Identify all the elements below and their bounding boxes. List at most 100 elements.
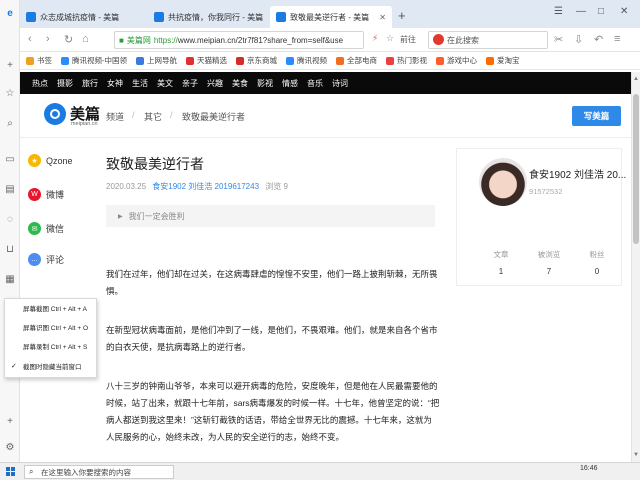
skin-icon[interactable]: ☰ [554, 6, 563, 17]
category-link[interactable]: 诗词 [332, 78, 348, 89]
video-icon[interactable]: ▭ [3, 152, 17, 166]
stat-views-value: 7 [546, 267, 552, 276]
category-link[interactable]: 旅行 [82, 78, 98, 89]
refresh-icon[interactable]: ↻ [64, 33, 73, 46]
bookmark-item[interactable]: 腾讯视频 [286, 55, 327, 66]
tab-close-icon[interactable]: ✕ [379, 13, 386, 22]
tab-1[interactable]: 众志成城抗疫情 - 美篇 [20, 6, 148, 28]
lightning-icon[interactable]: ⚡ [372, 33, 378, 44]
app-icon[interactable]: ▦ [3, 272, 17, 286]
menu-screenshot[interactable]: 屏幕截图 Ctrl + Alt + A [5, 299, 98, 317]
author-avatar[interactable] [479, 158, 527, 206]
search-placeholder: 在此搜索 [447, 35, 479, 45]
meipian-logo-icon[interactable] [44, 103, 66, 125]
breadcrumb-channel[interactable]: 频道 [106, 110, 124, 123]
bookmark-item[interactable]: 书签 [26, 55, 52, 66]
menu-image-recognition[interactable]: 屏幕识图 Ctrl + Alt + O [5, 318, 98, 336]
add-bottom-icon[interactable]: + [3, 414, 17, 428]
star-icon[interactable]: ☆ [3, 86, 17, 100]
taskbar-search-input[interactable]: ⌕ 在这里输入你要搜索的内容 [24, 465, 174, 479]
menu-hide-window[interactable]: ✓ 截图时隐藏当前窗口 [5, 357, 98, 375]
taskbar-clock[interactable]: 16:46 [580, 465, 598, 472]
new-tab-button[interactable]: + [398, 8, 406, 23]
breadcrumb-other[interactable]: 其它 [144, 110, 162, 123]
checkmark-icon: ✓ [11, 363, 17, 370]
chat-icon[interactable]: ◌ [3, 212, 17, 226]
share-qzone[interactable]: ★ Qzone [28, 154, 73, 167]
windows-start-icon[interactable] [6, 467, 16, 477]
download-icon[interactable]: ⇩ [574, 33, 583, 46]
category-link[interactable]: 影视 [257, 78, 273, 89]
breadcrumb-current: 致敬最美逆行者 [182, 112, 246, 122]
category-link[interactable]: 兴趣 [207, 78, 223, 89]
bookmark-label: 腾讯视频 [297, 56, 327, 65]
menu-icon[interactable]: ≡ [614, 33, 620, 45]
bookmark-label: 爱淘宝 [497, 56, 520, 65]
scrollbar-thumb[interactable] [633, 94, 639, 244]
category-link[interactable]: 生活 [132, 78, 148, 89]
category-link[interactable]: 热点 [32, 78, 48, 89]
tab-2[interactable]: 共抗疫情，你我同行 - 美篇 [148, 6, 272, 28]
category-link[interactable]: 美食 [232, 78, 248, 89]
write-article-button[interactable]: 写美篇 [572, 106, 621, 126]
undo-icon[interactable]: ↶ [594, 33, 603, 46]
browser-logo-icon[interactable]: e [3, 6, 17, 20]
bookmark-item[interactable]: 上网导航 [136, 55, 177, 66]
bookmark-item[interactable]: 全部电商 [336, 55, 377, 66]
tab-title: 致敬最美逆行者 - 美篇 [290, 12, 370, 22]
author-name[interactable]: 食安1902 刘佳浩 20... [529, 166, 626, 181]
bookmark-item[interactable]: 爱淘宝 [486, 55, 520, 66]
author-id: 91572532 [529, 187, 563, 196]
category-link[interactable]: 音乐 [307, 78, 323, 89]
share-wechat[interactable]: ✉ 微信 [28, 222, 64, 235]
bookmark-item[interactable]: 天猫精选 [186, 55, 227, 66]
forward-icon[interactable]: › [46, 33, 50, 45]
menu-label: 截图时隐藏当前窗口 [23, 364, 82, 371]
article-paragraph: 在新型冠状病毒面前，是他们冲到了一线，是他们，不畏艰难。他们，就是来自各个省市的… [106, 325, 438, 352]
home-icon[interactable]: ⌂ [82, 33, 89, 45]
doc-icon[interactable]: ▤ [3, 182, 17, 196]
bookmark-label: 全部电商 [347, 56, 377, 65]
cart-icon[interactable]: ⊔ [3, 242, 17, 256]
article-paragraph: 八十三岁的钟南山爷爷，本来可以避开病毒的危险，安度晚年，但是他在人民最需要他的时… [106, 381, 440, 442]
minimize-icon[interactable]: — [576, 6, 586, 17]
search-box[interactable]: 在此搜索 [428, 31, 548, 49]
page-scrollbar[interactable]: ▲ ▼ [631, 72, 640, 462]
tab-3-active[interactable]: 致敬最美逆行者 - 美篇 ✕ [270, 6, 392, 28]
scroll-down-icon[interactable]: ▼ [633, 452, 639, 458]
settings-icon[interactable]: ⚙ [3, 440, 17, 454]
category-link[interactable]: 亲子 [182, 78, 198, 89]
category-link[interactable]: 美文 [157, 78, 173, 89]
menu-label: 屏幕识图 Ctrl + Alt + O [23, 325, 89, 332]
scissors-icon[interactable]: ✂ [554, 33, 563, 46]
back-icon[interactable]: ‹ [28, 33, 32, 45]
bookmark-item[interactable]: 游戏中心 [436, 55, 477, 66]
go-button[interactable]: 前往 [400, 34, 416, 45]
music-quote-bar[interactable]: ▶ 我们一定会胜利 [106, 205, 435, 227]
search-icon[interactable]: ⌕ [3, 116, 17, 130]
share-weibo[interactable]: W 微博 [28, 188, 64, 201]
movie-icon [386, 56, 394, 65]
scroll-up-icon[interactable]: ▲ [633, 76, 639, 82]
share-comment[interactable]: … 评论 [28, 253, 64, 266]
maximize-icon[interactable]: □ [598, 6, 604, 17]
bookmark-item[interactable]: 热门影视 [386, 55, 427, 66]
play-icon[interactable]: ▶ [118, 213, 123, 220]
bookmark-item[interactable]: 京东商城 [236, 55, 277, 66]
article-views: 浏览 9 [265, 182, 288, 191]
author-card: 食安1902 刘佳浩 20... 91572532 文章 被浏览 粉丝 1 7 … [456, 148, 626, 286]
bookmark-star-icon[interactable]: ☆ [386, 33, 394, 44]
article: 致敬最美逆行者 2020.03.25 食安1902 刘佳浩 2019617243… [98, 138, 443, 462]
category-link[interactable]: 女神 [107, 78, 123, 89]
article-author-link[interactable]: 食安1902 刘佳浩 2019617243 [152, 182, 259, 191]
add-icon[interactable]: + [3, 58, 17, 72]
category-link[interactable]: 情感 [282, 78, 298, 89]
qzone-icon: ★ [28, 154, 41, 167]
bookmark-item[interactable]: 腾讯视频-中国领 [61, 55, 127, 66]
article-date: 2020.03.25 [106, 182, 147, 191]
address-bar[interactable]: ■ 美篇网 https:// www.meipian.cn/2tr7f81?sh… [114, 31, 364, 49]
stat-articles-value: 1 [498, 267, 504, 276]
category-link[interactable]: 摄影 [57, 78, 73, 89]
menu-screen-record[interactable]: 屏幕录制 Ctrl + Alt + S [5, 337, 98, 355]
close-window-icon[interactable]: ✕ [620, 6, 628, 17]
